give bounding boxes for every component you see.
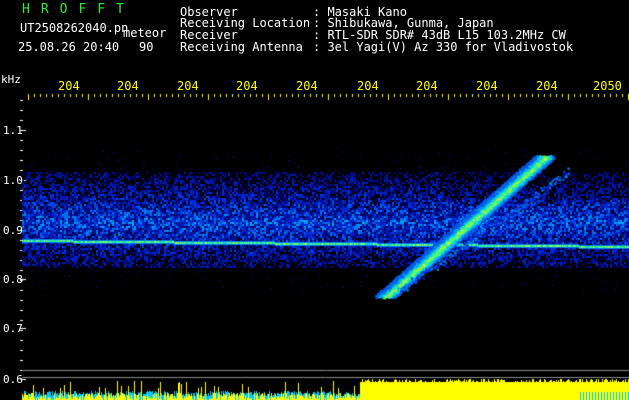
time-tick: 204 <box>536 79 558 93</box>
time-tick: 204 <box>357 79 379 93</box>
brand-title: HROFFT <box>22 2 135 17</box>
antenna-label: Receiving Antenna <box>180 40 303 54</box>
freq-tick: 0.6 <box>3 373 23 386</box>
time-tick: 204 <box>476 79 498 93</box>
freq-tick: 1.1 <box>3 124 23 137</box>
event-type: meteor <box>123 26 167 40</box>
time-tick: 204 <box>296 79 318 93</box>
freq-tick: 0.8 <box>3 273 23 286</box>
freq-tick: 1.0 <box>3 174 23 187</box>
antenna-value: : 3el Yagi(V) Az 330 for Vladivostok <box>313 40 574 54</box>
freq-tick: 0.7 <box>3 322 23 335</box>
time-tick: 204 <box>177 79 199 93</box>
count: 90 <box>139 40 154 54</box>
time-tick: 2050 <box>593 79 622 93</box>
freq-tick: 0.9 <box>3 224 23 237</box>
time-tick: 204 <box>117 79 139 93</box>
freq-unit-label: kHz <box>1 73 21 86</box>
time-tick: 204 <box>58 79 80 93</box>
time-tick: 204 <box>236 79 258 93</box>
datetime: 25.08.26 20:40 <box>18 40 120 54</box>
filename: UT2508262040.pn <box>20 21 129 35</box>
time-tick: 204 <box>416 79 438 93</box>
spectrogram-canvas <box>0 0 629 400</box>
hrofft-display: HROFFT UT2508262040.pn meteor 25.08.26 2… <box>0 0 629 400</box>
